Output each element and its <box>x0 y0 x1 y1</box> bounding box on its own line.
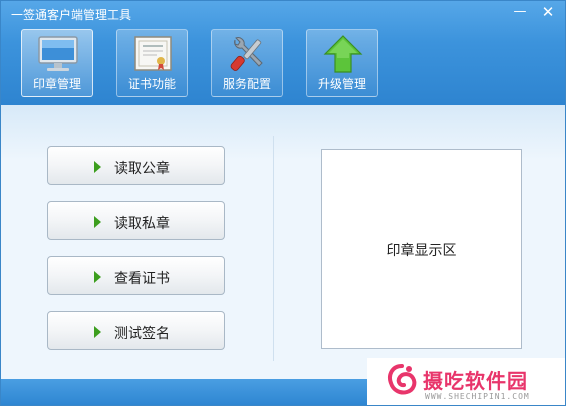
monitor-icon <box>38 36 78 71</box>
seal-display-label: 印章显示区 <box>386 243 457 259</box>
play-arrow-icon <box>94 161 101 173</box>
toolbar-item-seal-management[interactable]: 印章管理 <box>21 29 93 97</box>
toolbar-item-service-config[interactable]: 服务配置 <box>211 29 283 97</box>
watermark: 摄吃软件园 WWW.SHECHIPIN1.COM <box>367 358 565 405</box>
button-label: 读取私章 <box>114 216 170 232</box>
read-public-seal-button[interactable]: 读取公章 <box>47 146 225 185</box>
minimize-button[interactable]: — <box>507 1 533 23</box>
play-arrow-icon <box>94 271 101 283</box>
play-arrow-icon <box>94 216 101 228</box>
toolbar-item-label: 证书功能 <box>127 77 176 91</box>
seal-display-area: 印章显示区 <box>321 149 522 349</box>
button-label: 查看证书 <box>114 271 170 287</box>
upgrade-arrow-icon <box>323 35 363 73</box>
panel-divider <box>273 136 274 361</box>
toolbar-item-label: 服务配置 <box>222 77 271 91</box>
button-label: 读取公章 <box>114 161 170 177</box>
read-private-seal-button[interactable]: 读取私章 <box>47 201 225 240</box>
close-button[interactable]: ✕ <box>535 1 561 23</box>
header-bar: 一签通客户端管理工具 — ✕ 印章管理 证书功能 服务配置 升级管理 <box>1 1 565 105</box>
tools-icon <box>230 37 263 71</box>
certificate-icon <box>134 36 172 71</box>
toolbar-item-label: 印章管理 <box>32 77 81 91</box>
window-title: 一签通客户端管理工具 <box>11 8 132 22</box>
watermark-brand: 摄吃软件园 <box>423 369 528 393</box>
button-label: 测试签名 <box>114 326 170 342</box>
play-arrow-icon <box>94 326 101 338</box>
watermark-url: WWW.SHECHIPIN1.COM <box>425 392 530 401</box>
view-certificate-button[interactable]: 查看证书 <box>47 256 225 295</box>
test-signature-button[interactable]: 测试签名 <box>47 311 225 350</box>
brand-logo-icon <box>388 364 417 395</box>
app-window: 一签通客户端管理工具 — ✕ 印章管理 证书功能 服务配置 升级管理 读取公章 … <box>0 0 566 406</box>
toolbar-item-upgrade[interactable]: 升级管理 <box>306 29 378 97</box>
toolbar-item-label: 升级管理 <box>317 77 366 91</box>
toolbar-item-certificate[interactable]: 证书功能 <box>116 29 188 97</box>
